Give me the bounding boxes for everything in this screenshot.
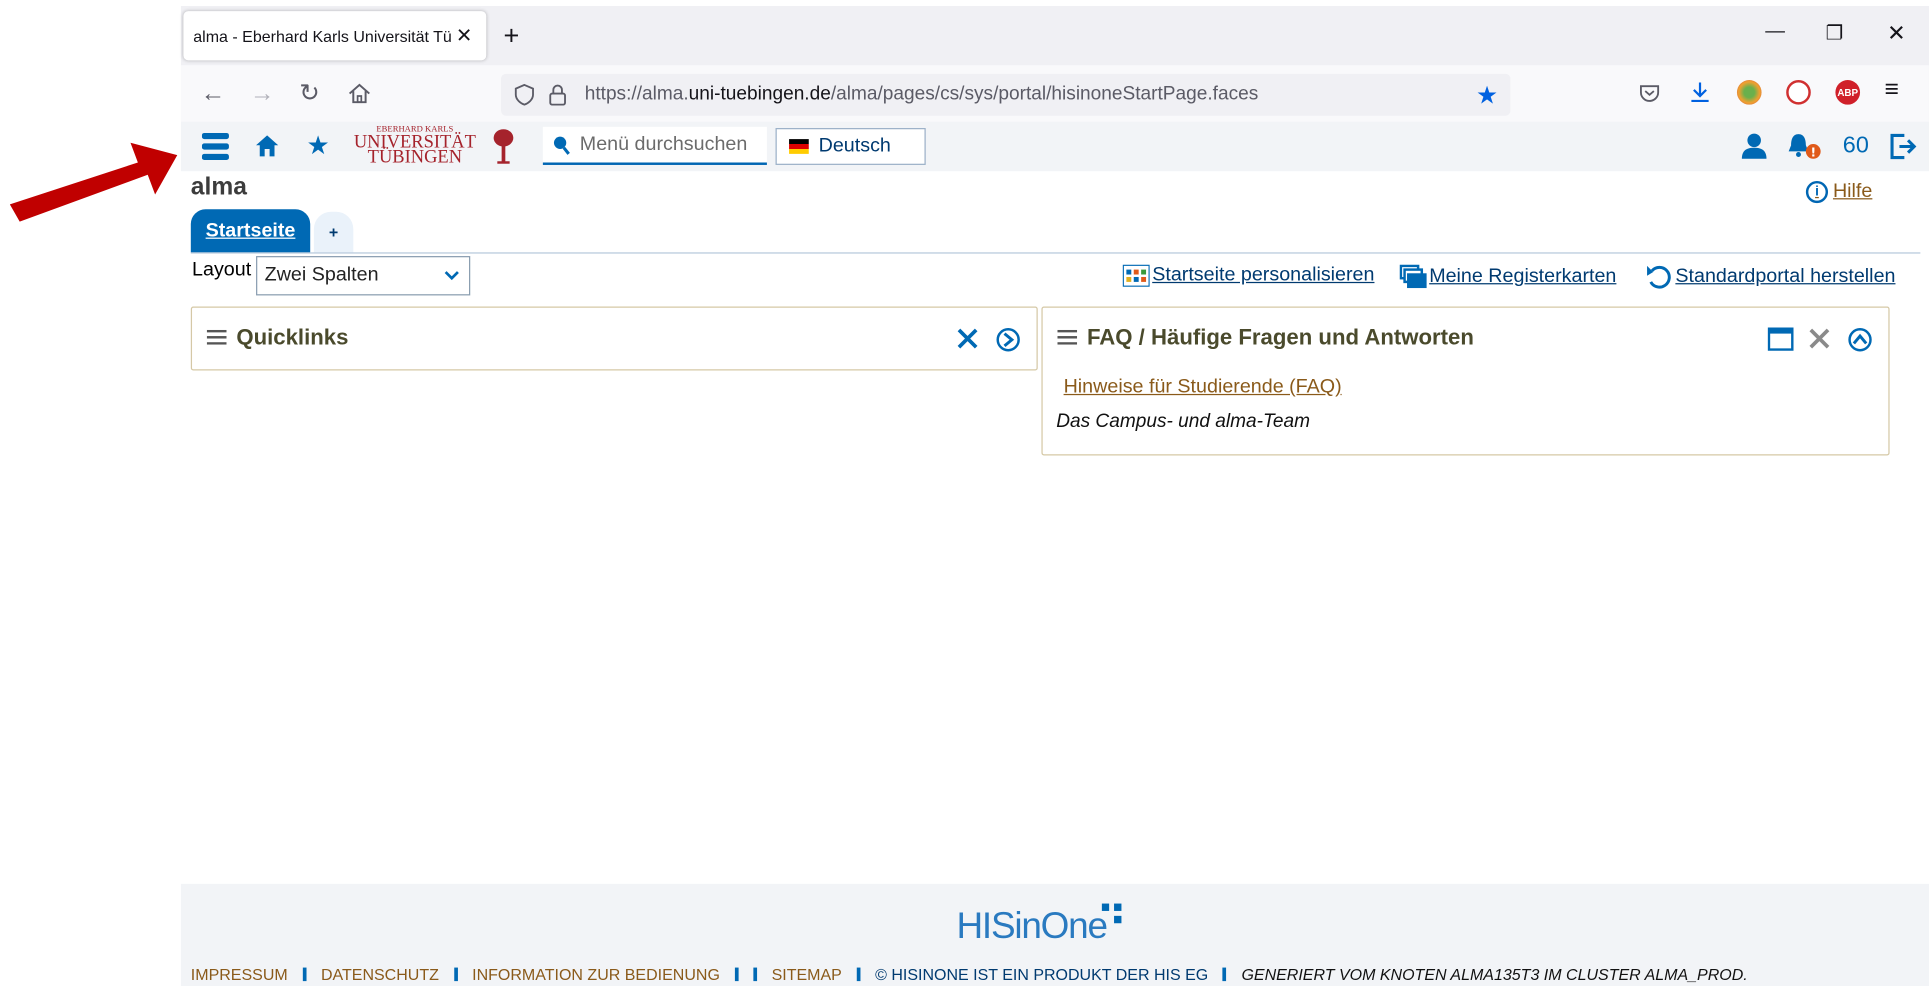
pocket-icon[interactable]: [1638, 82, 1660, 104]
logout-icon[interactable]: [1890, 133, 1917, 160]
footer-separator: [734, 967, 739, 982]
browser-tabstrip: alma - Eberhard Karls Universität Tü ✕ +…: [180, 6, 1929, 66]
close-icon[interactable]: [956, 327, 978, 349]
hisinone-logo-dots-icon: [1101, 903, 1122, 924]
info-icon: i: [1805, 180, 1829, 204]
quicklinks-panel: Quicklinks: [190, 306, 1038, 371]
page-title: alma: [190, 173, 247, 201]
bookmark-star-icon[interactable]: ★: [1476, 80, 1498, 111]
layout-label: Layout: [192, 259, 252, 281]
footer-separator: [753, 967, 757, 982]
footer-generated-info: GENERIERT VOM KNOTEN ALMA135T3 IM CLUSTE…: [1241, 965, 1748, 984]
hamburger-menu-icon[interactable]: [201, 132, 229, 162]
browser-menu-icon[interactable]: ≡: [1885, 76, 1899, 104]
language-select[interactable]: Deutsch: [775, 128, 926, 165]
user-icon[interactable]: [1741, 133, 1768, 160]
forward-icon[interactable]: →: [250, 80, 275, 107]
footer-link-sitemap[interactable]: SITEMAP: [772, 965, 842, 983]
url-bar[interactable]: https://alma.uni-tuebingen.de/alma/pages…: [501, 73, 1511, 116]
minimize-icon[interactable]: —: [1765, 21, 1785, 43]
browser-tab-title: alma - Eberhard Karls Universität Tü: [193, 26, 452, 45]
red-arrow-annotation: [9, 142, 178, 222]
registers-icon: [1399, 264, 1427, 289]
collapse-circle-icon[interactable]: [1848, 327, 1873, 352]
reload-icon[interactable]: ↻: [299, 80, 320, 107]
add-tab-button[interactable]: +: [313, 211, 354, 253]
faq-students-link[interactable]: Hinweise für Studierende (FAQ): [1064, 377, 1342, 399]
expand-circle-icon[interactable]: [996, 327, 1021, 352]
download-icon[interactable]: [1688, 80, 1713, 105]
footer-link-impressum[interactable]: IMPRESSUM: [191, 965, 288, 983]
footer-link-datenschutz[interactable]: DATENSCHUTZ: [321, 965, 439, 983]
restore-icon[interactable]: ❐: [1826, 21, 1844, 46]
maximize-icon[interactable]: [1767, 327, 1794, 351]
footer-link-bedienung[interactable]: INFORMATION ZUR BEDIENUNG: [472, 965, 720, 983]
restore-portal-link[interactable]: Standardportal herstellen: [1646, 265, 1896, 290]
back-icon[interactable]: ←: [201, 80, 226, 107]
my-registers-link[interactable]: Meine Registerkarten: [1399, 264, 1617, 290]
home-icon[interactable]: [347, 81, 372, 106]
quicklinks-title: Quicklinks: [236, 324, 349, 350]
close-icon[interactable]: [1808, 327, 1830, 349]
search-icon: [553, 136, 570, 155]
personalize-startpage-link[interactable]: Startseite personalisieren: [1122, 264, 1375, 287]
tab-startseite[interactable]: Startseite: [190, 209, 311, 253]
grid-layout-icon: [1122, 264, 1150, 287]
faq-panel: FAQ / Häufige Fragen und Antworten Hinwe…: [1041, 306, 1890, 456]
faq-title: FAQ / Häufige Fragen und Antworten: [1086, 324, 1474, 350]
footer-copyright: © HISINONE IST EIN PRODUKT DER HIS EG: [875, 965, 1209, 984]
menu-search-input[interactable]: Menü durchsuchen: [542, 126, 767, 165]
url-text[interactable]: https://alma.uni-tuebingen.de/alma/pages…: [585, 84, 1259, 106]
german-flag-icon: [789, 139, 809, 154]
footer-separator: [453, 967, 458, 982]
language-label: Deutsch: [818, 135, 891, 157]
drag-handle-icon[interactable]: [206, 329, 227, 345]
layout-value: Zwei Spalten: [264, 264, 379, 286]
extension-vpn-icon[interactable]: [1786, 80, 1811, 105]
new-tab-button[interactable]: +: [503, 20, 519, 51]
layout-select[interactable]: Zwei Spalten: [256, 256, 471, 296]
footer-separator: [856, 967, 861, 982]
hisinone-logo: HISinOne: [956, 906, 1108, 947]
close-window-icon[interactable]: ✕: [1887, 21, 1906, 47]
chevron-down-icon: [444, 271, 459, 281]
close-tab-icon[interactable]: ✕: [452, 23, 477, 48]
drag-handle-icon[interactable]: [1057, 329, 1078, 345]
personalize-label: Startseite personalisieren: [1152, 264, 1375, 286]
undo-icon: [1647, 265, 1671, 289]
help-label: Hilfe: [1832, 180, 1873, 202]
session-timer: 60: [1842, 132, 1869, 159]
app-header: ★ EBERHARD KARLS UNIVERSITÄT TÜBINGEN Me…: [180, 121, 1929, 172]
restore-label: Standardportal herstellen: [1675, 265, 1896, 287]
faq-signature: Das Campus- und alma-Team: [1056, 411, 1311, 433]
shield-icon[interactable]: [513, 83, 535, 106]
footer-separator: [1222, 967, 1227, 982]
tab-startseite-label: Startseite: [205, 219, 296, 241]
lock-icon[interactable]: [548, 84, 568, 106]
browser-navbar: ← → ↻ https://alma.uni-tuebingen.de/alma…: [180, 65, 1929, 122]
adblock-icon[interactable]: ABP: [1835, 80, 1861, 105]
notification-bell-icon[interactable]: !: [1787, 132, 1821, 162]
help-link[interactable]: i Hilfe: [1805, 180, 1873, 204]
home-icon[interactable]: [255, 134, 280, 157]
footer-links: IMPRESSUM DATENSCHUTZ INFORMATION ZUR BE…: [191, 965, 1748, 983]
footer: HISinOne IMPRESSUM DATENSCHUTZ INFORMATI…: [180, 883, 1929, 986]
university-logo[interactable]: EBERHARD KARLS UNIVERSITÄT TÜBINGEN: [353, 125, 476, 168]
tab-divider: [190, 252, 1921, 254]
svg-text:!: !: [1810, 145, 1816, 159]
browser-tab[interactable]: alma - Eberhard Karls Universität Tü ✕: [183, 11, 487, 61]
extension-globe-icon[interactable]: [1736, 80, 1762, 105]
favorites-star-icon[interactable]: ★: [307, 130, 330, 161]
palm-tree-logo-icon: [493, 129, 514, 164]
footer-separator: [302, 967, 307, 982]
menu-search-placeholder: Menü durchsuchen: [579, 133, 748, 155]
registers-label: Meine Registerkarten: [1429, 265, 1617, 287]
